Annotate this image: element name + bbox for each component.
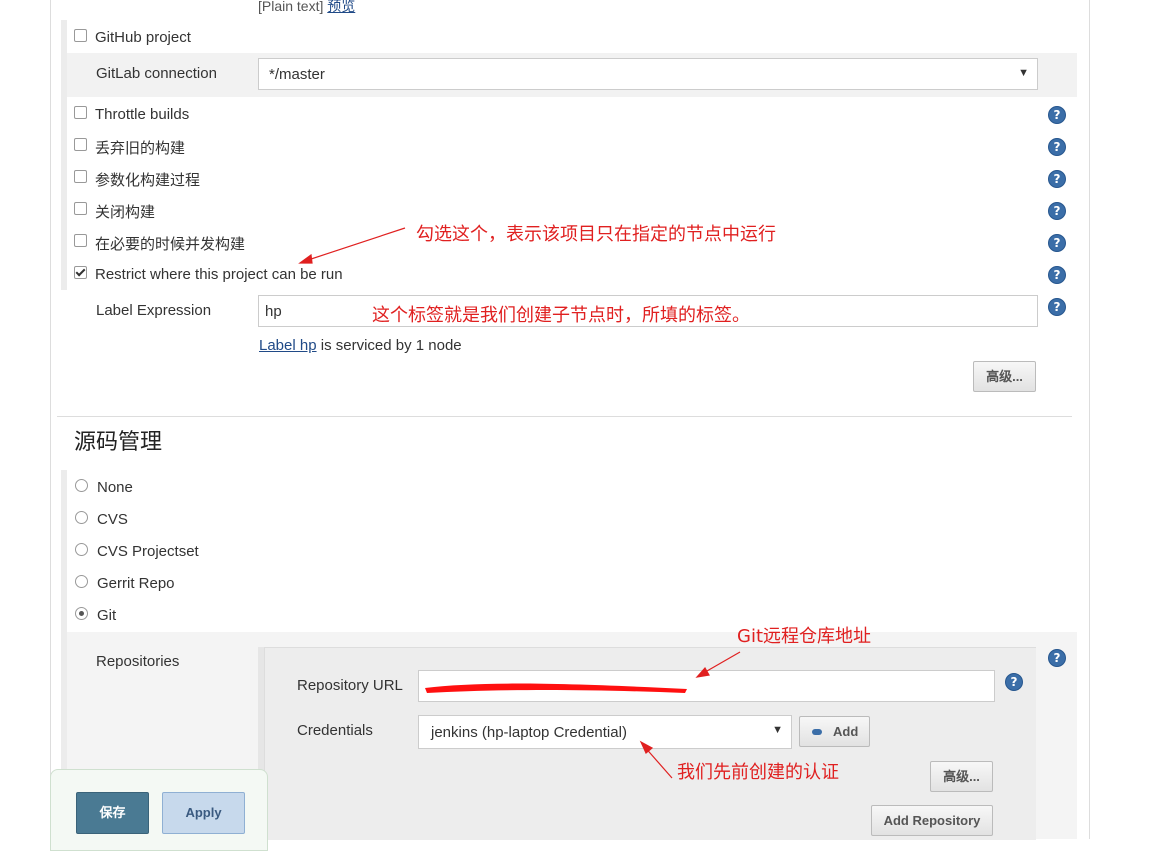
annotation-arrows	[298, 227, 741, 779]
arrowhead	[639, 740, 654, 754]
arrowhead	[695, 666, 710, 678]
arrow-restrict	[301, 227, 406, 263]
arrowhead	[298, 253, 313, 264]
